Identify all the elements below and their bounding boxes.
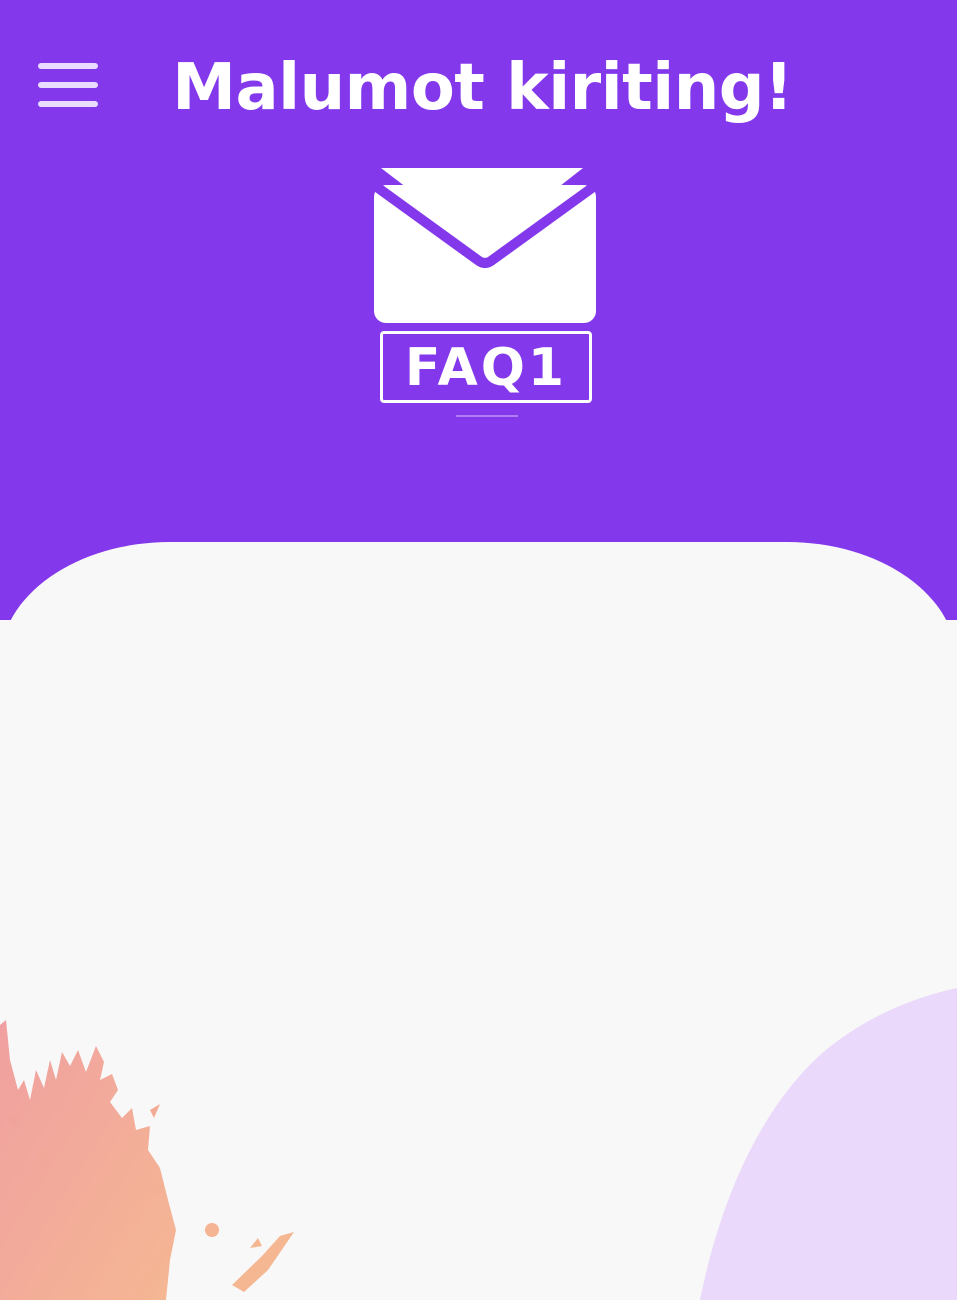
brand-logo: FAQ1	[380, 331, 592, 403]
app-screen: Malumot kiriting! FAQ1	[0, 0, 957, 1300]
logo-underline	[456, 415, 518, 417]
brand-logo-text: FAQ1	[404, 338, 568, 398]
content-card	[0, 542, 957, 1300]
page-title: Malumot kiriting!	[172, 51, 793, 125]
envelope-icon	[371, 168, 599, 323]
